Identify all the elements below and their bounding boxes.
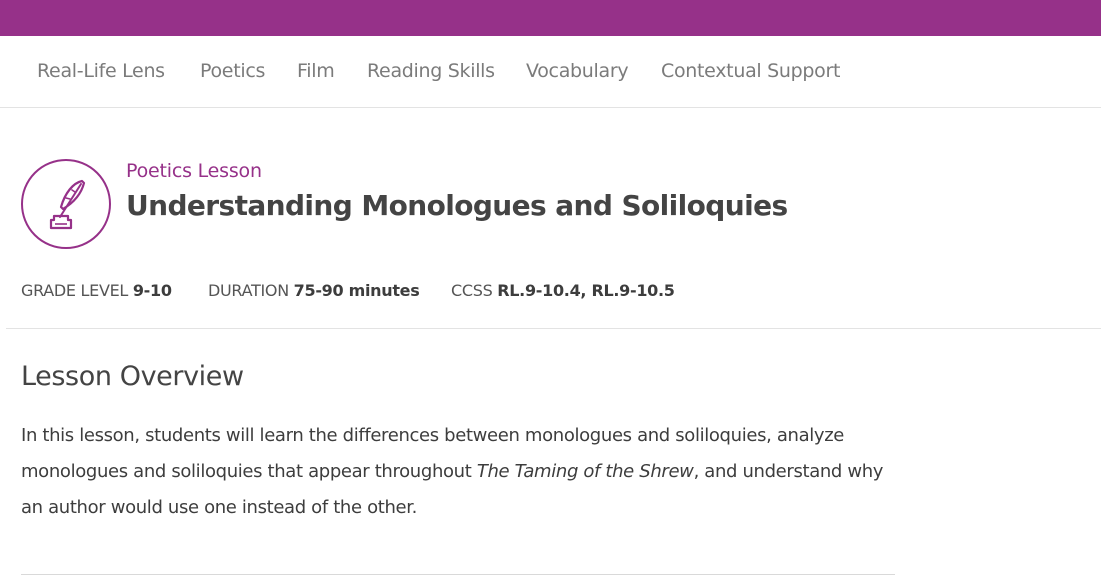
- lesson-type-label: Poetics Lesson: [126, 160, 262, 182]
- overview-heading: Lesson Overview: [21, 361, 244, 392]
- nav-item-real-life-lens[interactable]: Real-Life Lens: [37, 60, 165, 82]
- duration: DURATION 75-90 minutes: [208, 281, 420, 300]
- header-divider: [6, 328, 1101, 329]
- ccss-value: RL.9-10.4, RL.9-10.5: [497, 281, 675, 300]
- page-title: Understanding Monologues and Soliloquies: [126, 189, 788, 222]
- lesson-category-nav: Real-Life Lens Poetics Film Reading Skil…: [0, 36, 1101, 108]
- nav-item-reading-skills[interactable]: Reading Skills: [367, 60, 495, 82]
- duration-label: DURATION: [208, 281, 289, 300]
- nav-item-poetics[interactable]: Poetics: [200, 60, 265, 82]
- section-divider: [21, 574, 895, 575]
- ccss-standards: CCSS RL.9-10.4, RL.9-10.5: [451, 281, 675, 300]
- duration-value: 75-90 minutes: [293, 281, 420, 300]
- quill-inkwell-icon: [21, 159, 111, 249]
- grade-level-value: 9-10: [132, 281, 172, 300]
- nav-item-contextual-support[interactable]: Contextual Support: [661, 60, 840, 82]
- overview-body: In this lesson, students will learn the …: [21, 418, 901, 526]
- work-title: The Taming of the Shrew: [476, 461, 694, 482]
- nav-item-film[interactable]: Film: [297, 60, 335, 82]
- grade-level-label: GRADE LEVEL: [21, 281, 129, 300]
- grade-level: GRADE LEVEL 9-10: [21, 281, 172, 300]
- nav-item-vocabulary[interactable]: Vocabulary: [526, 60, 629, 82]
- ccss-label: CCSS: [451, 281, 493, 300]
- top-brand-bar: [0, 0, 1101, 36]
